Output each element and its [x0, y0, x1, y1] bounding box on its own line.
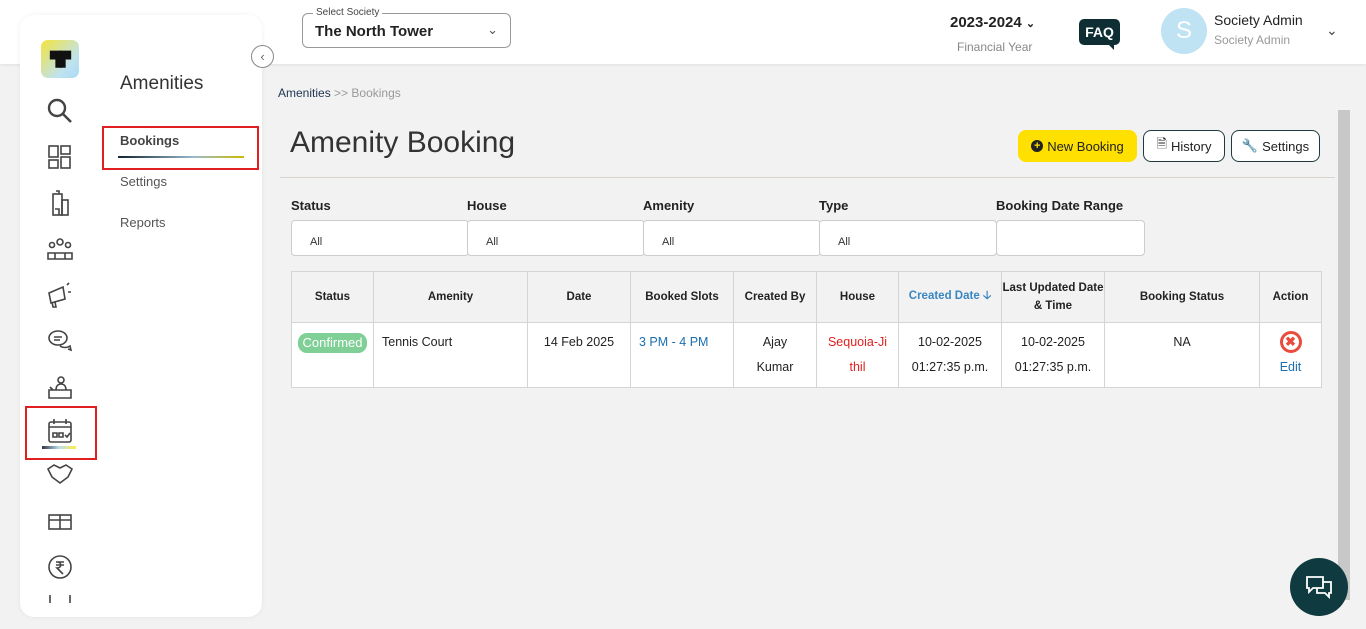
dashboard-icon[interactable] [42, 141, 78, 173]
chat-icon[interactable] [42, 325, 78, 357]
divider [280, 177, 1335, 178]
app-logo[interactable]: ▜▛ [41, 40, 79, 78]
filter-status-label: Status [291, 198, 331, 213]
chevron-down-icon: ⌄ [1025, 18, 1036, 30]
calendar-icon[interactable] [42, 415, 78, 447]
avatar[interactable]: S [1161, 8, 1207, 54]
active-underline [118, 156, 244, 158]
helpdesk-icon[interactable] [42, 371, 78, 403]
filter-house-select[interactable]: All [467, 220, 645, 256]
filter-amenity-label: Amenity [643, 198, 695, 213]
filter-date-range-label: Booking Date Range [996, 198, 1124, 213]
breadcrumb: Amenities >> Bookings [278, 86, 401, 100]
col-booking-status: Booking Status [1104, 271, 1260, 323]
society-select[interactable]: Select Society The North Tower ⌄ [302, 7, 511, 48]
task-icon[interactable] [42, 595, 78, 603]
filter-house-label: House [467, 198, 507, 213]
cell-house[interactable]: Sequoia-Jithil [816, 322, 899, 388]
breadcrumb-amenities[interactable]: Amenities [278, 86, 331, 100]
plus-circle-icon: + [1031, 140, 1044, 152]
page-title: Amenity Booking [290, 126, 516, 159]
members-icon[interactable] [42, 233, 78, 265]
cell-created-date: 10-02-2025 [918, 335, 982, 349]
chat-bubbles-icon [1306, 576, 1332, 600]
col-booked-slots: Booked Slots [630, 271, 734, 323]
status-badge: Confirmed [297, 333, 368, 353]
chevron-down-icon: ⌄ [487, 22, 498, 37]
history-label: History [1171, 138, 1212, 154]
new-booking-label: New Booking [1047, 138, 1124, 154]
search-icon[interactable] [42, 95, 78, 127]
announcement-icon[interactable] [42, 279, 78, 311]
filter-type-label: Type [819, 198, 849, 213]
section-title: Amenities [120, 73, 204, 94]
col-created-date-label: Created Date [908, 289, 980, 302]
col-house: House [816, 271, 899, 323]
cell-updated-time: 01:27:35 p.m. [1014, 360, 1092, 374]
sidebar-item-reports[interactable]: Reports [120, 215, 166, 230]
cell-created-by: Ajay Kumar [733, 322, 817, 388]
collapse-sidebar-button[interactable]: ‹ [251, 45, 274, 68]
chat-support-button[interactable] [1290, 558, 1348, 616]
user-role: Society Admin [1214, 33, 1291, 47]
col-date: Date [527, 271, 631, 323]
financial-year-select[interactable]: 2023-2024 ⌄ [950, 14, 1035, 31]
breadcrumb-separator: >> [334, 86, 349, 100]
settings-button[interactable]: 🔧 Settings [1231, 130, 1320, 162]
cell-booking-status: NA [1104, 322, 1260, 388]
wrench-icon: 🔧 [1241, 138, 1259, 153]
active-indicator [42, 446, 76, 449]
edit-link[interactable]: Edit [1260, 357, 1321, 377]
bookings-table: Status Amenity Date Booked Slots Created… [291, 271, 1322, 388]
breadcrumb-current: Bookings [351, 86, 401, 100]
document-icon: 🗎 [1156, 136, 1167, 151]
sidebar-item-bookings[interactable]: Bookings [120, 133, 179, 148]
col-status: Status [291, 271, 374, 323]
user-menu-chevron-icon[interactable]: ⌄ [1326, 22, 1338, 39]
cancel-booking-icon[interactable]: ✖ [1279, 331, 1302, 353]
col-created-by: Created By [733, 271, 817, 323]
settings-label: Settings [1262, 138, 1310, 154]
filter-status-select[interactable]: All [291, 220, 469, 256]
package-icon[interactable] [42, 505, 78, 537]
col-action: Action [1259, 271, 1322, 323]
cell-date: 14 Feb 2025 [527, 322, 631, 388]
cell-amenity: Tennis Court [373, 322, 528, 388]
user-name: Society Admin [1214, 12, 1303, 28]
filter-type-select[interactable]: All [819, 220, 997, 256]
cell-created-time: 01:27:35 p.m. [911, 360, 989, 374]
handshake-icon[interactable] [42, 457, 78, 489]
history-button[interactable]: 🗎 History [1143, 130, 1225, 162]
table-row: Confirmed Tennis Court 14 Feb 2025 3 PM … [291, 322, 1322, 388]
building-icon[interactable] [42, 187, 78, 219]
cell-booked-slots[interactable]: 3 PM - 4 PM [630, 322, 734, 388]
filter-amenity-select[interactable]: All [643, 220, 821, 256]
new-booking-button[interactable]: + New Booking [1018, 130, 1137, 162]
financial-year-label: Financial Year [957, 40, 1033, 54]
col-amenity: Amenity [373, 271, 528, 323]
sidebar-item-settings[interactable]: Settings [120, 174, 167, 189]
filter-date-range-input[interactable] [996, 220, 1145, 256]
col-last-updated: Last Updated Date & Time [1001, 271, 1105, 323]
scrollbar[interactable] [1338, 110, 1350, 600]
society-select-value: The North Tower [315, 23, 434, 40]
sidebar: ▜▛ Amenities Bookings Settings Reports [20, 15, 262, 617]
cell-updated-date: 10-02-2025 [1021, 335, 1085, 349]
rupee-icon[interactable] [42, 551, 78, 583]
sort-down-arrow-icon: 🡣 [982, 289, 992, 302]
society-select-label: Select Society [313, 7, 383, 18]
col-created-date[interactable]: Created Date 🡣 [898, 271, 1002, 323]
faq-button[interactable]: FAQ [1079, 19, 1120, 50]
financial-year-value: 2023-2024 [950, 14, 1022, 31]
